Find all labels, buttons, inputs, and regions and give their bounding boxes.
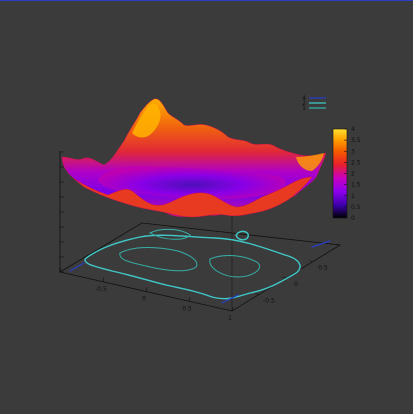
colorbar-tick-label: 2 bbox=[351, 171, 355, 178]
surface-plot: -0.5 0 0.5 1 -0.5 0 0.5 0 0.5 1 1.5 2 2.5 3 3.5 4 421 bbox=[58, 95, 361, 322]
contour-level-1-c bbox=[148, 228, 191, 240]
surface bbox=[61, 98, 327, 218]
legend: 421 bbox=[302, 95, 326, 112]
y-tick-label: -0.5 bbox=[263, 298, 275, 305]
x-tick-mark bbox=[102, 277, 105, 282]
x-tick-mark bbox=[188, 297, 191, 302]
y-tick-label: 0.5 bbox=[318, 265, 328, 272]
contour-level-4-a bbox=[69, 262, 85, 272]
contour-level-1 bbox=[119, 247, 198, 272]
y-tick-label: 0 bbox=[294, 281, 298, 288]
legend-label: 1 bbox=[302, 105, 306, 112]
contour-lines bbox=[69, 228, 331, 304]
colorbar-tick-label: 0 bbox=[351, 215, 355, 222]
colorbar-tick-label: 2.5 bbox=[351, 159, 361, 166]
colorbar-tick-label: 0.5 bbox=[351, 204, 361, 211]
colorbar: 0 0.5 1 1.5 2 2.5 3 3.5 4 bbox=[332, 126, 361, 222]
plot-window: -0.5 0 0.5 1 -0.5 0 0.5 0 0.5 1 1.5 2 2.5 3 3.5 4 421 bbox=[0, 0, 413, 413]
x-tick-mark bbox=[145, 287, 148, 292]
y-tick-mark bbox=[254, 293, 260, 295]
colorbar-tick-label: 4 bbox=[351, 126, 355, 133]
contour-level-1-b bbox=[209, 255, 260, 278]
contour-level-2-loop bbox=[235, 230, 249, 241]
y-tick-mark bbox=[281, 276, 287, 279]
x-tick-label: 0.5 bbox=[182, 305, 192, 312]
z-axis-ticks bbox=[60, 151, 64, 273]
x-tick-label: 0 bbox=[142, 296, 146, 303]
colorbar-tick-label: 3.5 bbox=[351, 137, 361, 144]
colorbar-tick-label: 1 bbox=[351, 193, 355, 200]
colorbar-tick-label: 1.5 bbox=[351, 182, 361, 189]
colorbar-tick-label: 3 bbox=[351, 148, 355, 155]
x-tick-label: 1 bbox=[228, 315, 232, 322]
y-tick-mark bbox=[308, 260, 314, 262]
x-tick-label: -0.5 bbox=[95, 286, 107, 293]
base-plane-outline bbox=[58, 222, 342, 312]
